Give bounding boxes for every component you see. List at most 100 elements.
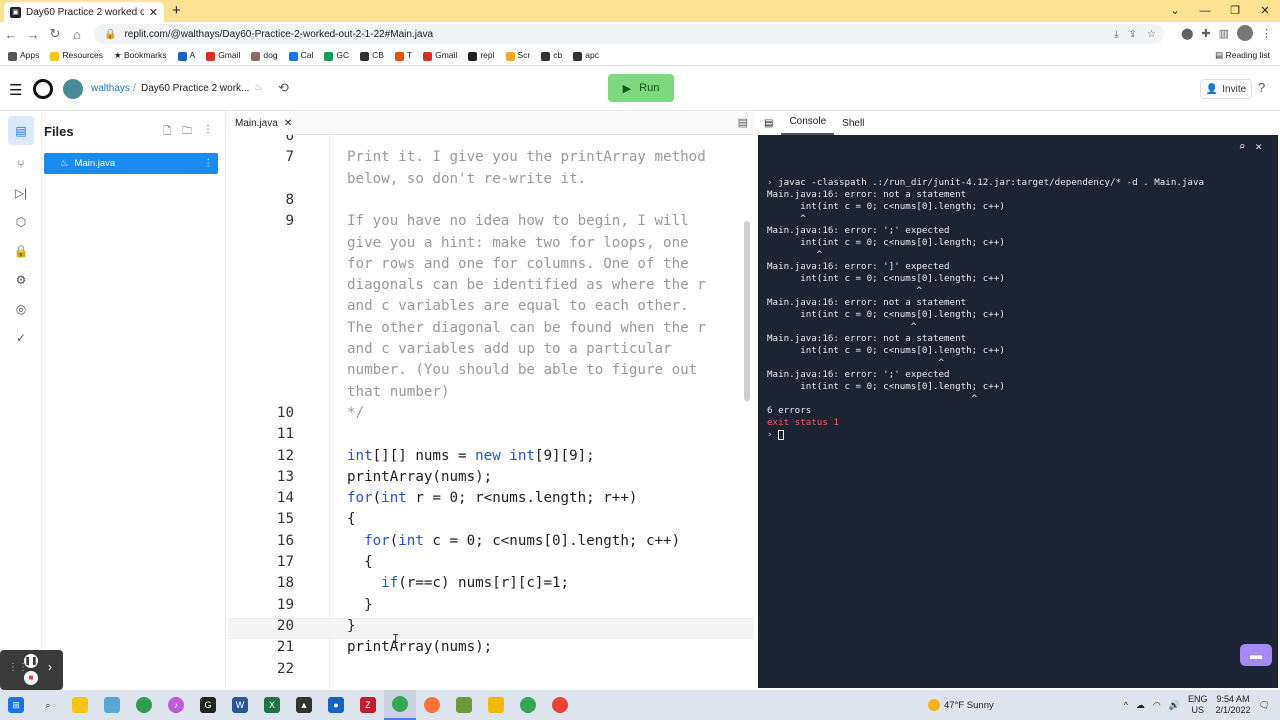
chrome-icon[interactable] <box>544 690 576 720</box>
secrets-lock-icon[interactable]: 🔒 <box>0 236 42 265</box>
minimize-button[interactable]: — <box>1190 0 1220 22</box>
app-icon[interactable] <box>480 690 512 720</box>
repl-title[interactable]: Day60 Practice 2 work... <box>141 83 249 94</box>
profile-avatar[interactable] <box>1237 25 1253 41</box>
bookmark-item[interactable]: T <box>394 50 412 61</box>
bookmark-item[interactable]: CB <box>360 50 384 61</box>
close-tab-icon[interactable]: ✕ <box>284 118 292 129</box>
bookmark-item[interactable]: Gmail <box>423 50 457 61</box>
stop-icon[interactable]: ■ <box>24 671 38 685</box>
editor-tab-main-java[interactable]: Main.java ✕ <box>230 111 292 135</box>
unit-tests-check-icon[interactable]: ✓ <box>0 323 42 352</box>
notifications-icon[interactable]: 🗨 <box>1259 700 1270 711</box>
app-icon[interactable] <box>96 690 128 720</box>
reload-icon[interactable]: ↻ <box>44 26 66 42</box>
history-icon[interactable]: ⟲ <box>278 80 289 96</box>
expand-arrow-icon[interactable]: › <box>48 660 52 674</box>
word-icon[interactable]: W <box>224 690 256 720</box>
add-file-icon[interactable]: 🗋 <box>163 124 171 141</box>
puzzle-icon[interactable]: ✚ <box>1201 27 1210 40</box>
close-window-button[interactable]: ✕ <box>1250 0 1280 22</box>
app-icon[interactable]: ▲ <box>288 690 320 720</box>
code-area[interactable]: 6 7 8 9 10 11 12 13 14 15 16 17 18 19 20 21 22 Print it. … <box>228 135 754 689</box>
bookmark-item[interactable]: Gmail <box>206 50 240 61</box>
start-icon[interactable]: ⊞ <box>0 690 32 720</box>
packages-icon[interactable]: ⬡ <box>0 207 42 236</box>
maximize-button[interactable]: ❐ <box>1220 0 1250 22</box>
install-icon[interactable]: ⤓ <box>1114 29 1118 40</box>
console-output[interactable]: ⌕ ✕ › javac -classpath .:/run_dir/junit-… <box>758 135 1278 688</box>
files-tool-icon[interactable]: ▤ <box>8 116 34 145</box>
reading-list[interactable]: ▤ Reading list <box>1215 50 1270 61</box>
bookmark-star-icon[interactable]: ☆ <box>1147 29 1156 40</box>
extension-icon[interactable]: ⬤ <box>1181 27 1193 40</box>
file-menu-icon[interactable]: ⋮ <box>204 158 214 169</box>
help-icon[interactable]: ? <box>1258 80 1265 95</box>
volume-icon[interactable]: 🔊 <box>1169 700 1180 711</box>
bookmark-item[interactable]: Scr <box>505 50 530 61</box>
file-explorer-icon[interactable] <box>64 690 96 720</box>
weather-widget[interactable]: 47°F Sunny <box>928 690 994 720</box>
bookmark-item[interactable]: Cal <box>288 50 313 61</box>
bookmark-item[interactable]: Apps <box>8 50 39 61</box>
close-tab-icon[interactable]: ✕ <box>149 6 158 19</box>
filezilla-icon[interactable]: Z <box>352 690 384 720</box>
editor-menu-icon[interactable]: ▤ <box>738 116 748 129</box>
owner-username[interactable]: walthays <box>91 83 130 94</box>
bookmark-item[interactable]: ★ Bookmarks <box>114 50 167 61</box>
debugger-icon[interactable]: ▷| <box>0 178 42 207</box>
replit-logo-icon[interactable] <box>33 79 53 99</box>
app-icon[interactable] <box>128 690 160 720</box>
pause-icon[interactable]: ❚❚ <box>24 654 38 668</box>
search-icon[interactable]: ⌕ <box>1239 141 1246 153</box>
itunes-icon[interactable]: ♪ <box>160 690 192 720</box>
more-menu-icon[interactable]: ⋮ <box>1261 27 1272 40</box>
file-item-main-java[interactable]: ♨ Main.java ⋮ <box>44 153 218 174</box>
chrome-icon[interactable] <box>512 690 544 720</box>
network-icon[interactable]: ☁ <box>1136 700 1145 711</box>
tray-chevron-icon[interactable]: ^ <box>1124 700 1128 710</box>
tab-search-button[interactable]: ⌄ <box>1160 0 1190 22</box>
tab-shell[interactable]: Shell <box>834 118 872 129</box>
editor-scrollbar[interactable] <box>744 221 750 401</box>
bookmark-item[interactable]: dog <box>251 50 278 61</box>
search-icon[interactable]: ⌕ <box>32 690 64 720</box>
language-indicator[interactable]: ENG US <box>1188 694 1208 716</box>
tab-console[interactable]: Console <box>781 111 835 135</box>
new-tab-button[interactable]: + <box>172 2 181 19</box>
clock[interactable]: 9:54 AM 2/1/2022 <box>1216 694 1251 716</box>
hamburger-menu-icon[interactable]: ☰ <box>9 81 22 99</box>
lock-icon[interactable]: 🔒 <box>104 29 116 40</box>
home-icon[interactable]: ⌂ <box>66 27 88 42</box>
app-icon[interactable] <box>448 690 480 720</box>
version-control-icon[interactable]: ⑂ <box>0 149 42 178</box>
url-bar[interactable]: 🔒 replit.com/@walthays/Day60-Practice-2-… <box>94 24 1164 44</box>
app-icon[interactable]: ● <box>320 690 352 720</box>
sidebar-icon[interactable]: ▥ <box>1219 27 1229 40</box>
repl-avatar[interactable] <box>63 79 83 99</box>
bookmark-item[interactable]: cb <box>541 50 562 61</box>
bookmark-item[interactable]: GC <box>324 50 349 61</box>
database-icon[interactable]: ◎ <box>0 294 42 323</box>
chat-bubble-icon[interactable]: ▬ <box>1240 644 1272 666</box>
invite-button[interactable]: 👤 Invite <box>1200 79 1252 99</box>
files-more-icon[interactable]: ⋮ <box>203 124 213 141</box>
bookmark-item[interactable]: apc <box>573 50 599 61</box>
forward-icon[interactable]: → <box>22 27 44 42</box>
firefox-icon[interactable] <box>416 690 448 720</box>
bookmark-item[interactable]: A <box>177 50 195 61</box>
clear-console-icon[interactable]: ✕ <box>1255 141 1262 153</box>
bookmark-item[interactable]: repl <box>468 50 495 61</box>
share-icon[interactable]: ⇪ <box>1129 29 1137 40</box>
browser-tab[interactable]: ▣ Day60 Practice 2 worked out 2-1 ✕ <box>4 2 164 22</box>
settings-gear-icon[interactable]: ⚙ <box>0 265 42 294</box>
run-button[interactable]: ▶ Run <box>608 74 674 102</box>
console-input-line[interactable]: › <box>767 429 1269 441</box>
chrome-icon[interactable] <box>384 690 416 720</box>
back-icon[interactable]: ← <box>0 27 22 42</box>
excel-icon[interactable]: X <box>256 690 288 720</box>
bookmark-item[interactable]: Resources <box>50 50 103 61</box>
add-folder-icon[interactable]: 🗀 <box>182 124 192 141</box>
tab-console-icon[interactable]: ▤ <box>756 118 781 129</box>
app-icon[interactable]: G <box>192 690 224 720</box>
